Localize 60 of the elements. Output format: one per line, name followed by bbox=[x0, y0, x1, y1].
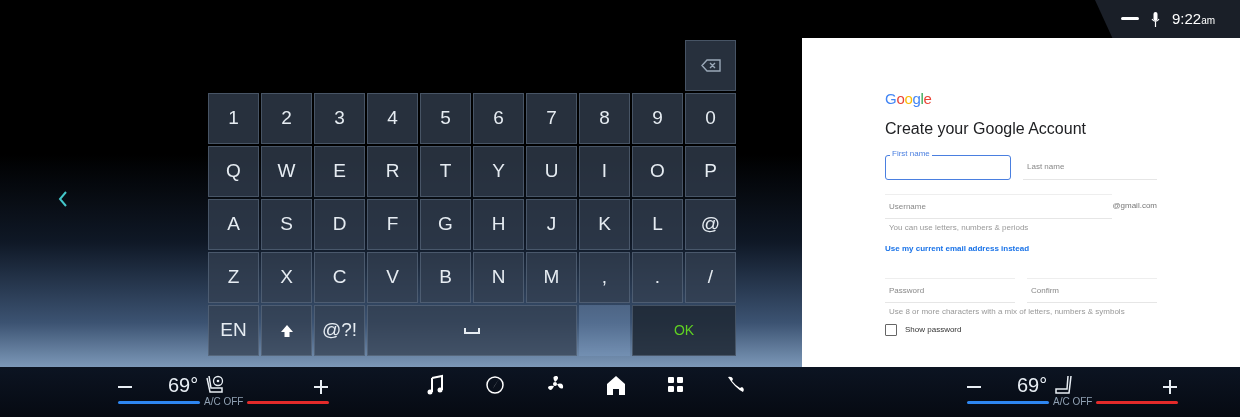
keyboard-key[interactable]: U bbox=[526, 146, 577, 197]
keyboard-key[interactable]: M bbox=[526, 252, 577, 303]
keyboard-key[interactable]: R bbox=[367, 146, 418, 197]
keyboard-key[interactable]: @ bbox=[685, 199, 736, 250]
keyboard-key[interactable]: 9 bbox=[632, 93, 683, 144]
keyboard-key[interactable]: EN bbox=[208, 305, 259, 356]
keyboard-key[interactable]: J bbox=[526, 199, 577, 250]
keyboard-key[interactable]: 1 bbox=[208, 93, 259, 144]
keyboard-key[interactable]: T bbox=[420, 146, 471, 197]
username-field[interactable]: Username bbox=[885, 193, 1113, 219]
google-logo: Google bbox=[885, 89, 933, 109]
email-domain-suffix: @gmail.com bbox=[1112, 200, 1157, 212]
clock-meridiem: am bbox=[1201, 13, 1216, 28]
keyboard-key[interactable]: Y bbox=[473, 146, 524, 197]
keyboard-key[interactable]: G bbox=[420, 199, 471, 250]
ac-status: A/C OFF bbox=[204, 397, 244, 407]
keyboard-key[interactable]: 2 bbox=[261, 93, 312, 144]
keyboard-key[interactable]: K bbox=[579, 199, 630, 250]
checkbox-label: Show password bbox=[905, 323, 962, 336]
keyboard-key[interactable]: A bbox=[208, 199, 259, 250]
password-field[interactable]: Password bbox=[885, 277, 1015, 303]
keyboard-key[interactable]: 8 bbox=[579, 93, 630, 144]
keyboard-key[interactable]: N bbox=[473, 252, 524, 303]
keyboard-key[interactable]: 7 bbox=[526, 93, 577, 144]
keyboard-key[interactable]: / bbox=[685, 252, 736, 303]
field-label: First name bbox=[890, 149, 932, 159]
ok-key[interactable]: OK bbox=[632, 305, 736, 356]
keyboard-key[interactable]: E bbox=[314, 146, 365, 197]
temperature-reading: 69° bbox=[168, 373, 199, 398]
keyboard-key[interactable]: C bbox=[314, 252, 365, 303]
form-title: Create your Google Account bbox=[885, 118, 1087, 139]
keyboard-key[interactable]: Z bbox=[208, 252, 259, 303]
keyboard-key[interactable]: I bbox=[579, 146, 630, 197]
keyboard-key[interactable]: B bbox=[420, 252, 471, 303]
keyboard-key[interactable]: @?! bbox=[314, 305, 365, 356]
clock-time: 9:22 bbox=[1172, 8, 1202, 29]
keyboard-key[interactable]: 3 bbox=[314, 93, 365, 144]
keyboard-key[interactable]: 5 bbox=[420, 93, 471, 144]
keyboard-key[interactable]: 0 bbox=[685, 93, 736, 144]
ac-status: A/C OFF bbox=[1053, 397, 1093, 407]
keyboard-key[interactable]: W bbox=[261, 146, 312, 197]
keyboard-key[interactable]: , bbox=[579, 252, 630, 303]
keyboard-key[interactable]: V bbox=[367, 252, 418, 303]
keyboard-key[interactable]: L bbox=[632, 199, 683, 250]
keyboard-key[interactable]: H bbox=[473, 199, 524, 250]
hint-text: Use 8 or more characters with a mix of letters, numbers & symbols bbox=[888, 305, 1126, 318]
keyboard-key[interactable]: 4 bbox=[367, 93, 418, 144]
email-instead-link[interactable]: Use my current email address instead bbox=[885, 242, 1030, 255]
keyboard-key[interactable]: D bbox=[314, 199, 365, 250]
keyboard-key[interactable]: Q bbox=[208, 146, 259, 197]
keyboard-key[interactable]: . bbox=[632, 252, 683, 303]
keyboard-key[interactable]: F bbox=[367, 199, 418, 250]
hint-text: You can use letters, numbers & periods bbox=[888, 221, 1030, 234]
keyboard-key[interactable]: P bbox=[685, 146, 736, 197]
keyboard-key[interactable]: 6 bbox=[473, 93, 524, 144]
confirm-field[interactable]: Confirm bbox=[1027, 277, 1157, 303]
temperature-reading: 69° bbox=[1017, 373, 1048, 398]
keyboard-key[interactable]: O bbox=[632, 146, 683, 197]
keyboard-key[interactable]: S bbox=[261, 199, 312, 250]
keyboard-key[interactable]: X bbox=[261, 252, 312, 303]
